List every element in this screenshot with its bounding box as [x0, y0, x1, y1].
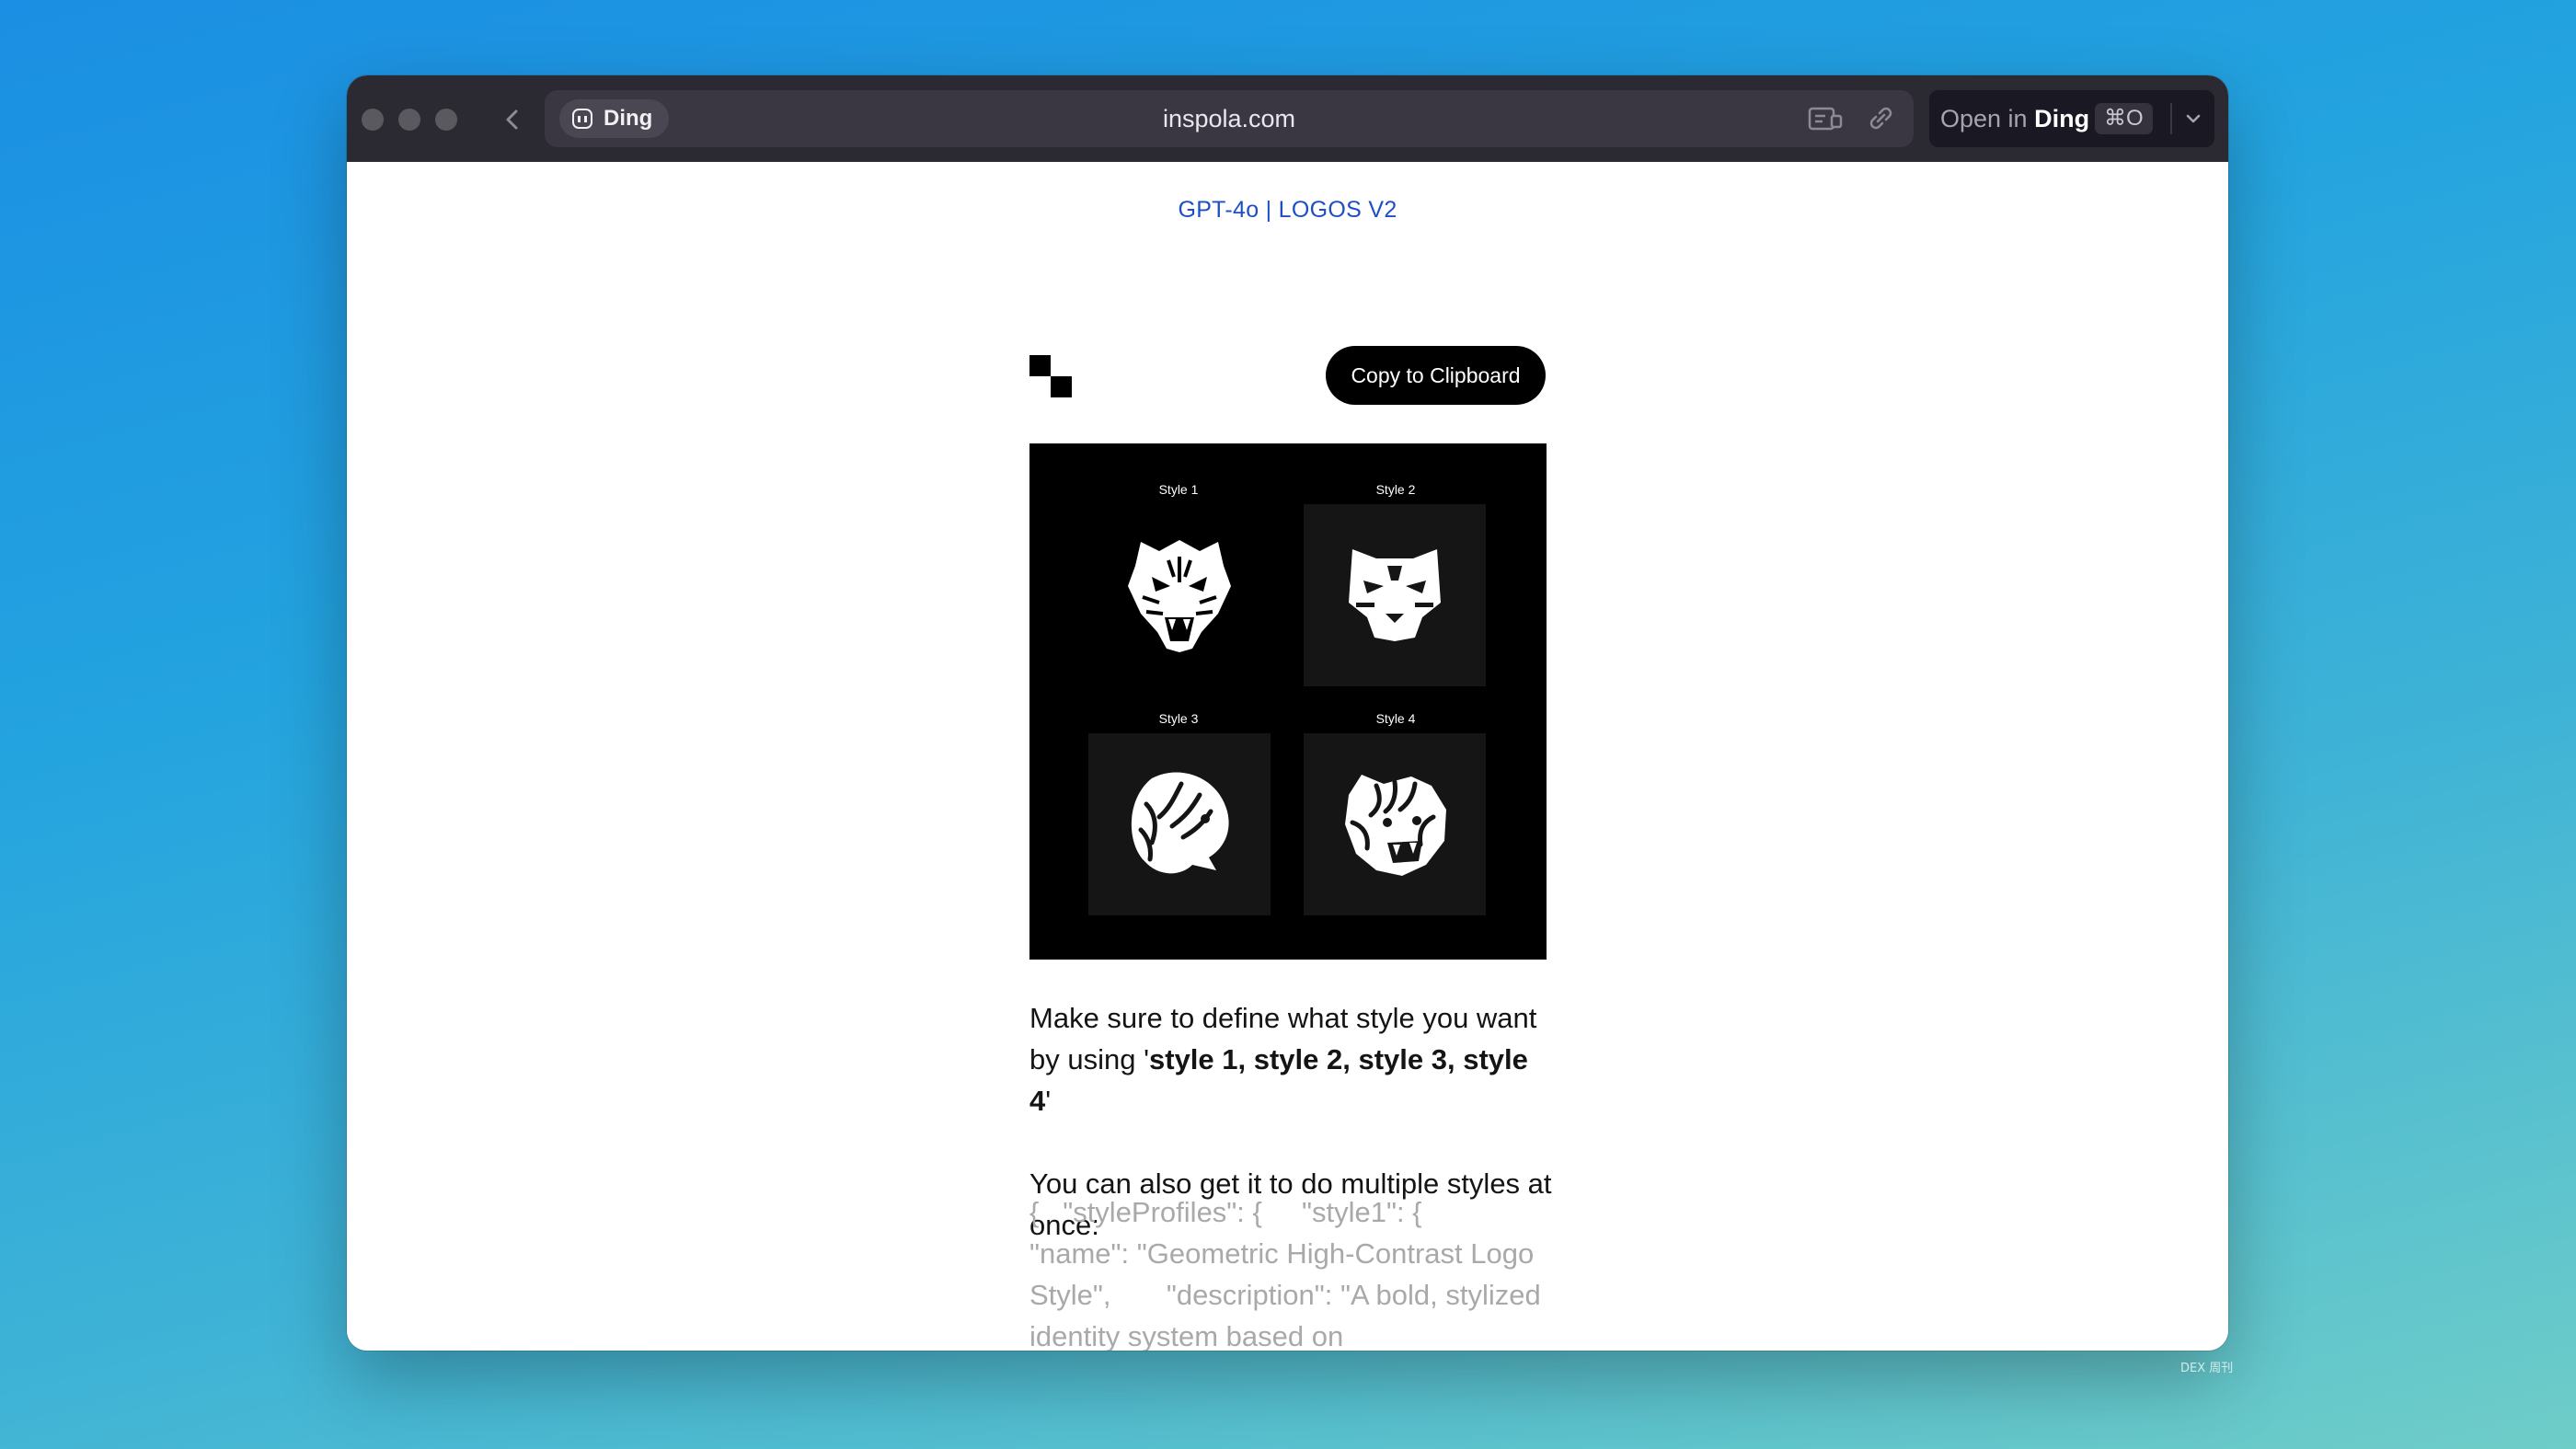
- open-button-divider: [2170, 103, 2172, 134]
- prompt-title-link[interactable]: GPT-4o | LOGOS V2: [347, 197, 2228, 224]
- watermark: DEX 周刊: [2180, 1362, 2234, 1375]
- style-label: Style 4: [1375, 711, 1416, 726]
- address-bar[interactable]: Ding inspola.com: [545, 90, 1914, 147]
- link-icon[interactable]: [1862, 105, 1899, 132]
- style-2-tile: [1304, 504, 1486, 686]
- close-window-button[interactable]: [362, 109, 384, 131]
- style-instruction-text: Make sure to define what style you want …: [1029, 1002, 1537, 1117]
- style-4-tile: [1304, 733, 1486, 915]
- reader-mode-icon[interactable]: [1807, 105, 1844, 132]
- chevron-left-icon: [506, 109, 518, 130]
- copy-to-clipboard-button[interactable]: Copy to Clipboard: [1326, 346, 1546, 405]
- open-in-app-name: Ding: [2034, 105, 2090, 132]
- style-label: Style 3: [1158, 711, 1199, 726]
- open-in-ding-button[interactable]: Open in Ding ⌘O: [1929, 90, 2214, 147]
- tiger-head-snarling-icon: [1345, 775, 1446, 876]
- minimize-window-button[interactable]: [398, 109, 420, 131]
- open-in-label: Open in Ding: [1940, 105, 2090, 132]
- style-3-tile: [1088, 733, 1271, 915]
- browser-toolbar: Ding inspola.com Open in Ding ⌘O: [347, 75, 2228, 162]
- shortcut-badge: ⌘O: [2095, 103, 2153, 134]
- style-label: Style 1: [1158, 482, 1199, 497]
- logo-styles-preview-image: Style 1 Style 2 Style 3 Style 4: [1029, 443, 1547, 960]
- site-logo[interactable]: [1029, 355, 1074, 397]
- tiger-head-geometric-icon: [1349, 549, 1441, 641]
- back-button[interactable]: [494, 101, 531, 138]
- page-content: GPT-4o | LOGOS V2 Copy to Clipboard Styl…: [347, 162, 2228, 1351]
- chevron-down-icon[interactable]: [2179, 105, 2207, 132]
- url-text[interactable]: inspola.com: [545, 90, 1914, 147]
- browser-window: Ding inspola.com Open in Ding ⌘O GPT-4o …: [347, 75, 2228, 1351]
- zoom-window-button[interactable]: [435, 109, 457, 131]
- json-prompt-snippet: { "styleProfiles": { "style1": { "name":…: [1029, 1196, 1549, 1351]
- style-1-tile: [1088, 504, 1271, 686]
- tiger-head-roaring-icon: [1128, 540, 1231, 652]
- style-label: Style 2: [1375, 482, 1416, 497]
- tiger-head-profile-icon: [1131, 772, 1229, 874]
